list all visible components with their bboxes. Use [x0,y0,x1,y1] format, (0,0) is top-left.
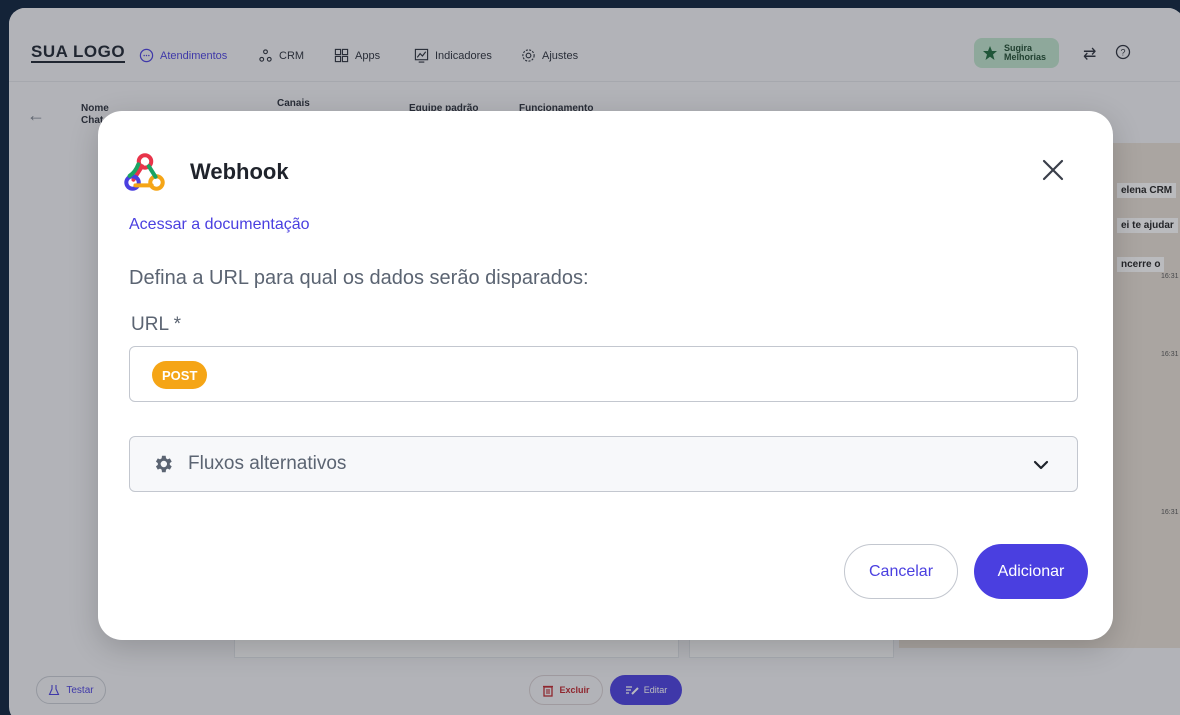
documentation-link[interactable]: Acessar a documentação [129,216,310,234]
modal-title: Webhook [190,159,289,184]
url-description: Defina a URL para qual os dados serão di… [129,267,589,289]
cancel-button[interactable]: Cancelar [844,544,958,599]
alternative-flows-accordion[interactable]: Fluxos alternativos [129,436,1078,492]
url-input[interactable] [222,361,1062,389]
url-field[interactable]: POST [129,346,1078,402]
http-method-badge[interactable]: POST [152,361,208,389]
gear-icon [155,455,172,473]
chevron-down-icon [1033,460,1049,470]
alternative-flows-label: Fluxos alternativos [188,453,347,474]
webhook-modal: Webhook Acessar a documentação Defina a … [98,111,1113,640]
url-label: URL * [131,314,181,335]
add-button[interactable]: Adicionar [974,544,1088,599]
close-icon [1042,159,1064,181]
close-button[interactable] [1038,155,1068,185]
webhook-icon [124,153,165,191]
